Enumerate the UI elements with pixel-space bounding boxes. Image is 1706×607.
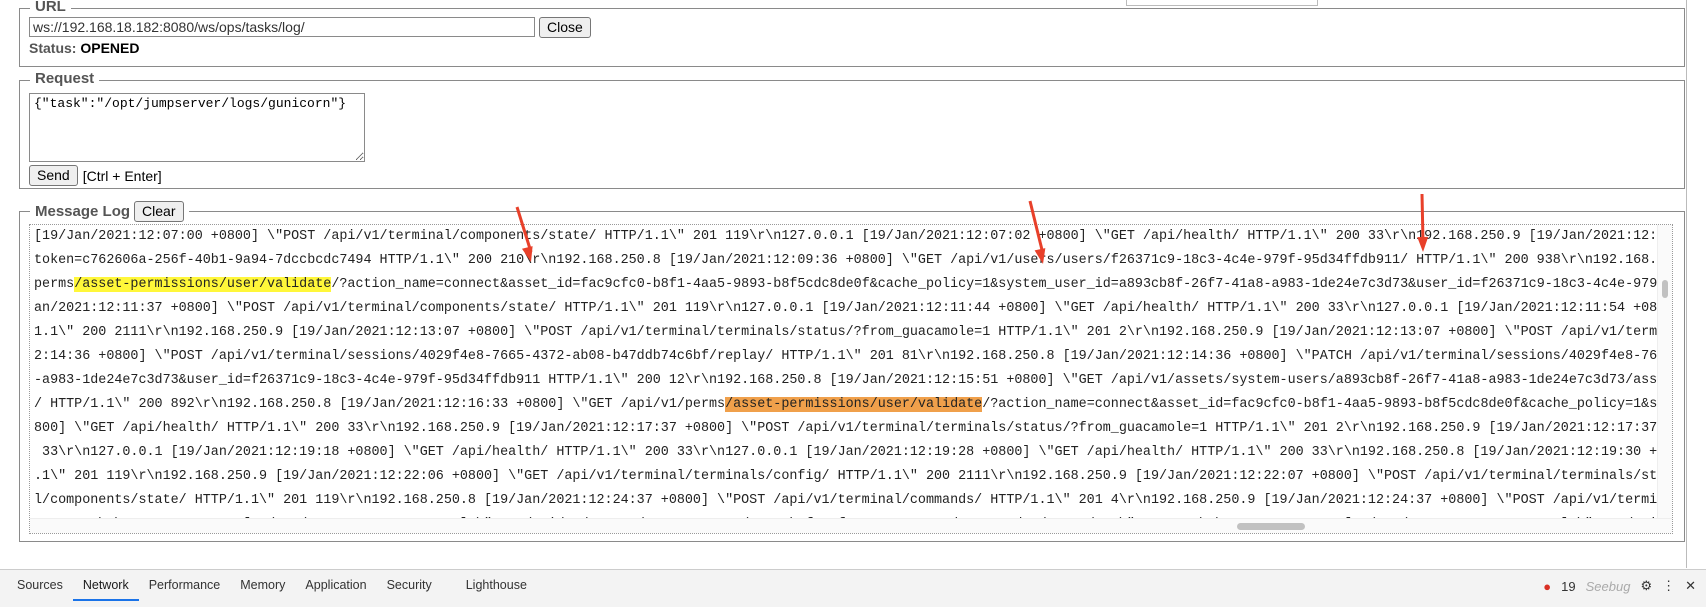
log-line: [19/Jan/2021:12:07:00 +0800] \"POST /api… <box>34 229 1673 244</box>
log-text: perms <box>34 277 75 292</box>
dropdown-edge <box>1126 0 1318 6</box>
log-line: 800] \"GET /api/health/ HTTP/1.1\" 200 3… <box>34 421 1673 436</box>
request-legend: Request <box>30 70 100 87</box>
vertical-scrollbar[interactable] <box>1657 225 1672 521</box>
devtools-tab-lighthouse[interactable]: Lighthouse <box>456 570 537 601</box>
message-log-text: [19/Jan/2021:12:07:00 +0800] \"POST /api… <box>34 225 1673 533</box>
log-line: perms/asset-permissions/user/validate/?a… <box>34 273 1673 297</box>
close-devtools-icon[interactable]: ✕ <box>1685 578 1696 594</box>
status-value: OPENED <box>80 40 140 56</box>
devtools-tab-application[interactable]: Application <box>295 570 376 601</box>
devtools-tabbar: Sources Network Performance Memory Applicati… <box>0 569 1706 607</box>
devtools-tab-security[interactable]: Security <box>377 570 442 601</box>
url-section: URL Close Status: OPENED <box>19 0 1685 67</box>
send-button[interactable]: Send <box>29 165 78 186</box>
log-line: 33\r\n127.0.0.1 [19/Jan/2021:12:19:18 +0… <box>34 445 1673 460</box>
devtools-tab-network[interactable]: Network <box>72 570 139 601</box>
more-options-icon[interactable]: ⋮ <box>1662 578 1675 594</box>
log-line: 1.1\" 200 2111\r\n192.168.250.9 [19/Jan/… <box>34 325 1673 340</box>
error-count: 19 <box>1561 578 1576 594</box>
log-line: -a983-1de24e7c3d73&user_id=f26371c9-18c3… <box>34 373 1673 388</box>
clear-button[interactable]: Clear <box>134 201 184 222</box>
request-textarea[interactable]: {"task":"/opt/jumpserver/logs/gunicorn"} <box>29 93 365 162</box>
message-log-box[interactable]: [19/Jan/2021:12:07:00 +0800] \"POST /api… <box>29 224 1673 534</box>
devtools-tab-sources[interactable]: Sources <box>7 570 73 601</box>
shortcut-hint: [Ctrl + Enter] <box>82 167 162 184</box>
log-text: / HTTP/1.1\" 200 892\r\n192.168.250.8 [1… <box>34 397 726 412</box>
message-log-legend: Message Log Clear <box>30 201 189 222</box>
url-input[interactable] <box>29 17 535 37</box>
seebug-watermark: Seebug <box>1585 578 1631 594</box>
horizontal-scrollbar[interactable] <box>30 518 1672 533</box>
error-icon[interactable]: ● <box>1543 579 1551 594</box>
highlighted-path: /asset-permissions/user/validate <box>725 397 983 412</box>
log-text: /?action_name=connect&asset_id=fac9cfc0-… <box>331 277 1673 292</box>
horizontal-scroll-thumb[interactable] <box>1237 523 1305 530</box>
highlighted-path: /asset-permissions/user/validate <box>74 277 332 292</box>
vertical-scroll-thumb[interactable] <box>1662 280 1668 298</box>
page-scrollbar[interactable] <box>1686 0 1706 568</box>
settings-gear-icon[interactable]: ⚙ <box>1640 578 1652 594</box>
close-button[interactable]: Close <box>539 17 591 38</box>
log-text: /?action_name=connect&asset_id=fac9cfc0-… <box>982 397 1673 412</box>
message-log-section: Message Log Clear [19/Jan/2021:12:07:00 … <box>19 201 1685 542</box>
connection-status: Status: OPENED <box>29 40 140 56</box>
url-legend: URL <box>30 0 71 15</box>
devtools-tab-performance[interactable]: Performance <box>139 570 231 601</box>
log-line: l/components/state/ HTTP/1.1\" 201 119\r… <box>34 493 1673 508</box>
log-line: 2:14:36 +0800] \"POST /api/v1/terminal/s… <box>34 349 1673 364</box>
devtools-tab-memory[interactable]: Memory <box>230 570 295 601</box>
log-line: .1\" 201 119\r\n192.168.250.9 [19/Jan/20… <box>34 469 1673 484</box>
log-line: token=c762606a-256f-40b1-9a94-7dccbcdc74… <box>34 253 1673 268</box>
request-section: Request {"task":"/opt/jumpserver/logs/gu… <box>19 70 1685 189</box>
log-line: an/2021:12:11:37 +0800] \"POST /api/v1/t… <box>34 301 1673 316</box>
log-line: / HTTP/1.1\" 200 892\r\n192.168.250.8 [1… <box>34 393 1673 417</box>
